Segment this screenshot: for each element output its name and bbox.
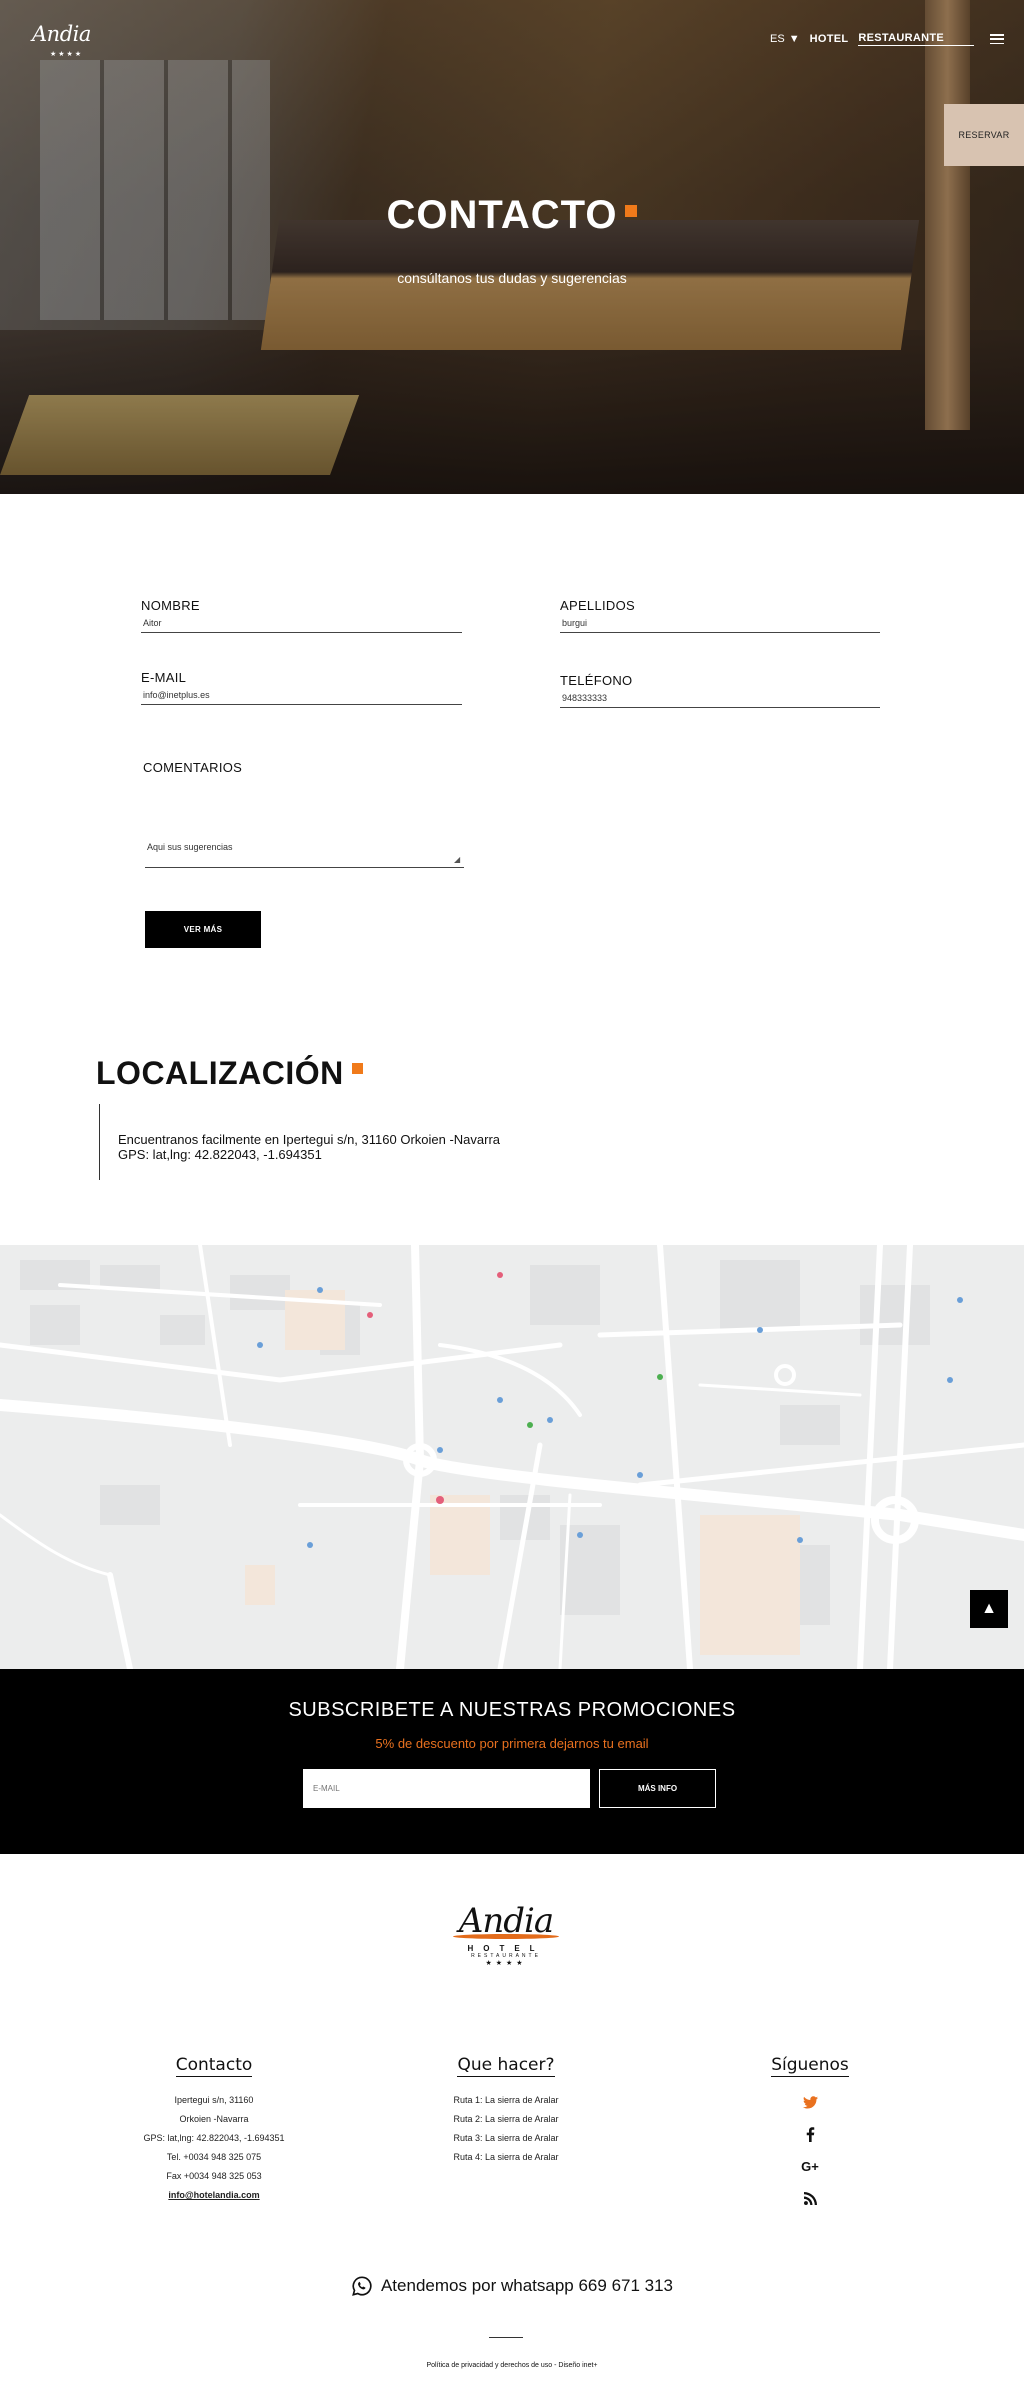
comentarios-textarea[interactable]: Aqui sus sugerencias bbox=[145, 842, 464, 868]
footer-divider bbox=[489, 2337, 523, 2338]
logo-stars: ★★★★ bbox=[50, 51, 84, 58]
subscribe-button[interactable]: MÁS INFO bbox=[599, 1769, 716, 1808]
logo[interactable]: Andia ★★★★ bbox=[32, 22, 100, 60]
contacto-line: Tel. +0034 948 325 075 bbox=[166, 2152, 262, 2162]
facebook-icon[interactable] bbox=[801, 2125, 819, 2143]
page-subtitle: consúltanos tus dudas y sugerencias bbox=[397, 270, 627, 286]
back-to-top-button[interactable]: ▲ bbox=[970, 1590, 1008, 1628]
footer-siguenos: Síguenos G+ bbox=[690, 2055, 930, 2207]
nombre-input[interactable] bbox=[141, 613, 462, 633]
rss-icon[interactable] bbox=[801, 2189, 819, 2207]
footer-logo-name: Andia bbox=[458, 1901, 554, 1941]
top-nav: ES ▼ HOTEL RESTAURANTE bbox=[770, 32, 1004, 46]
subscribe-email-input[interactable] bbox=[303, 1769, 590, 1808]
page-title: CONTACTO bbox=[0, 193, 1024, 238]
apellidos-label: APELLIDOS bbox=[560, 598, 635, 613]
comentarios-field: COMENTARIOS bbox=[143, 760, 463, 775]
whatsapp-text: Atendemos por whatsapp 669 671 313 bbox=[380, 2276, 674, 2295]
subscribe-description: 5% de descuento por primera dejarnos tu … bbox=[375, 1736, 649, 1751]
map[interactable] bbox=[0, 1245, 1024, 1669]
footer-siguenos-title: Síguenos bbox=[771, 2055, 849, 2077]
twitter-icon[interactable] bbox=[801, 2093, 819, 2111]
hero-banner bbox=[0, 0, 1024, 494]
footer-contacto-title: Contacto bbox=[175, 2055, 253, 2077]
location-title: LOCALIZACIÓN bbox=[96, 1055, 363, 1092]
whatsapp-contact[interactable]: Atendemos por whatsapp 669 671 313 bbox=[0, 2275, 1024, 2297]
footer-logo-stars: ★★★★ bbox=[485, 1960, 527, 1967]
whatsapp-icon bbox=[352, 2276, 372, 2296]
language-selector[interactable]: ES ▼ bbox=[770, 33, 800, 45]
subscribe-section: SUBSCRIBETE A NUESTRAS PROMOCIONES 5% de… bbox=[0, 1669, 1024, 1854]
accent-square bbox=[625, 205, 638, 217]
comentarios-label: COMENTARIOS bbox=[143, 760, 243, 775]
location-gps: GPS: lat,lng: 42.822043, -1.694351 bbox=[118, 1147, 322, 1162]
email-label: E-MAIL bbox=[141, 670, 187, 685]
location-info: Encuentranos facilmente en Ipertegui s/n… bbox=[99, 1104, 559, 1180]
nav-hotel[interactable]: HOTEL bbox=[810, 33, 849, 45]
contacto-line: Orkoien -Navarra bbox=[179, 2114, 249, 2124]
telefono-field: TELÉFONO bbox=[560, 673, 880, 708]
subscribe-title: SUBSCRIBETE A NUESTRAS PROMOCIONES bbox=[288, 1699, 736, 1721]
nombre-field: NOMBRE bbox=[141, 598, 462, 633]
contacto-email-link[interactable]: info@hotelandia.com bbox=[94, 2186, 334, 2205]
caret-down-icon: ▼ bbox=[788, 33, 800, 45]
contacto-line: Fax +0034 948 325 053 bbox=[166, 2171, 262, 2181]
accent-square bbox=[351, 1063, 363, 1074]
contacto-line: GPS: lat,lng: 42.822043, -1.694351 bbox=[143, 2133, 285, 2143]
comentarios-area: Aqui sus sugerencias ◢ bbox=[145, 842, 464, 868]
footer-logo[interactable]: Andia HOTEL RESTAURANTE ★★★★ bbox=[447, 1904, 565, 1988]
footer-logo-swoosh bbox=[453, 1934, 559, 1939]
apellidos-input[interactable] bbox=[560, 613, 880, 633]
resize-grip-icon[interactable]: ◢ bbox=[454, 856, 462, 864]
logo-text: Andia bbox=[32, 22, 91, 46]
google-plus-icon[interactable]: G+ bbox=[801, 2157, 819, 2175]
page-title-text: CONTACTO bbox=[386, 193, 618, 237]
email-input[interactable] bbox=[141, 685, 462, 705]
nombre-label: NOMBRE bbox=[141, 598, 200, 613]
telefono-input[interactable] bbox=[560, 688, 880, 708]
footer-logo-hotel: HOTEL bbox=[467, 1944, 545, 1953]
route-link[interactable]: Ruta 3: La sierra de Aralar bbox=[386, 2129, 626, 2148]
nav-restaurante[interactable]: RESTAURANTE bbox=[858, 32, 974, 46]
route-link[interactable]: Ruta 1: La sierra de Aralar bbox=[386, 2091, 626, 2110]
footer-contacto: Contacto Ipertegui s/n, 31160 Orkoien -N… bbox=[94, 2055, 334, 2205]
location-title-text: LOCALIZACIÓN bbox=[96, 1055, 344, 1091]
location-address: Encuentranos facilmente en Ipertegui s/n… bbox=[118, 1132, 501, 1147]
apellidos-field: APELLIDOS bbox=[560, 598, 880, 633]
route-link[interactable]: Ruta 2: La sierra de Aralar bbox=[386, 2110, 626, 2129]
menu-icon[interactable] bbox=[990, 34, 1004, 44]
arrow-up-icon: ▲ bbox=[981, 1600, 997, 1617]
footer-que-hacer: Que hacer? Ruta 1: La sierra de Aralar R… bbox=[386, 2055, 626, 2167]
telefono-label: TELÉFONO bbox=[560, 673, 633, 688]
email-field: E-MAIL bbox=[141, 670, 462, 705]
route-link[interactable]: Ruta 4: La sierra de Aralar bbox=[386, 2148, 626, 2167]
reserve-button[interactable]: RESERVAR bbox=[944, 104, 1024, 166]
footer-que-hacer-title: Que hacer? bbox=[457, 2055, 555, 2077]
language-label: ES bbox=[770, 33, 785, 45]
map-roads bbox=[0, 1245, 1024, 1669]
legal-links[interactable]: Política de privacidad y derechos de uso… bbox=[0, 2362, 1024, 2369]
submit-button[interactable]: VER MÁS bbox=[145, 911, 261, 948]
contacto-line: Ipertegui s/n, 31160 bbox=[174, 2095, 254, 2105]
